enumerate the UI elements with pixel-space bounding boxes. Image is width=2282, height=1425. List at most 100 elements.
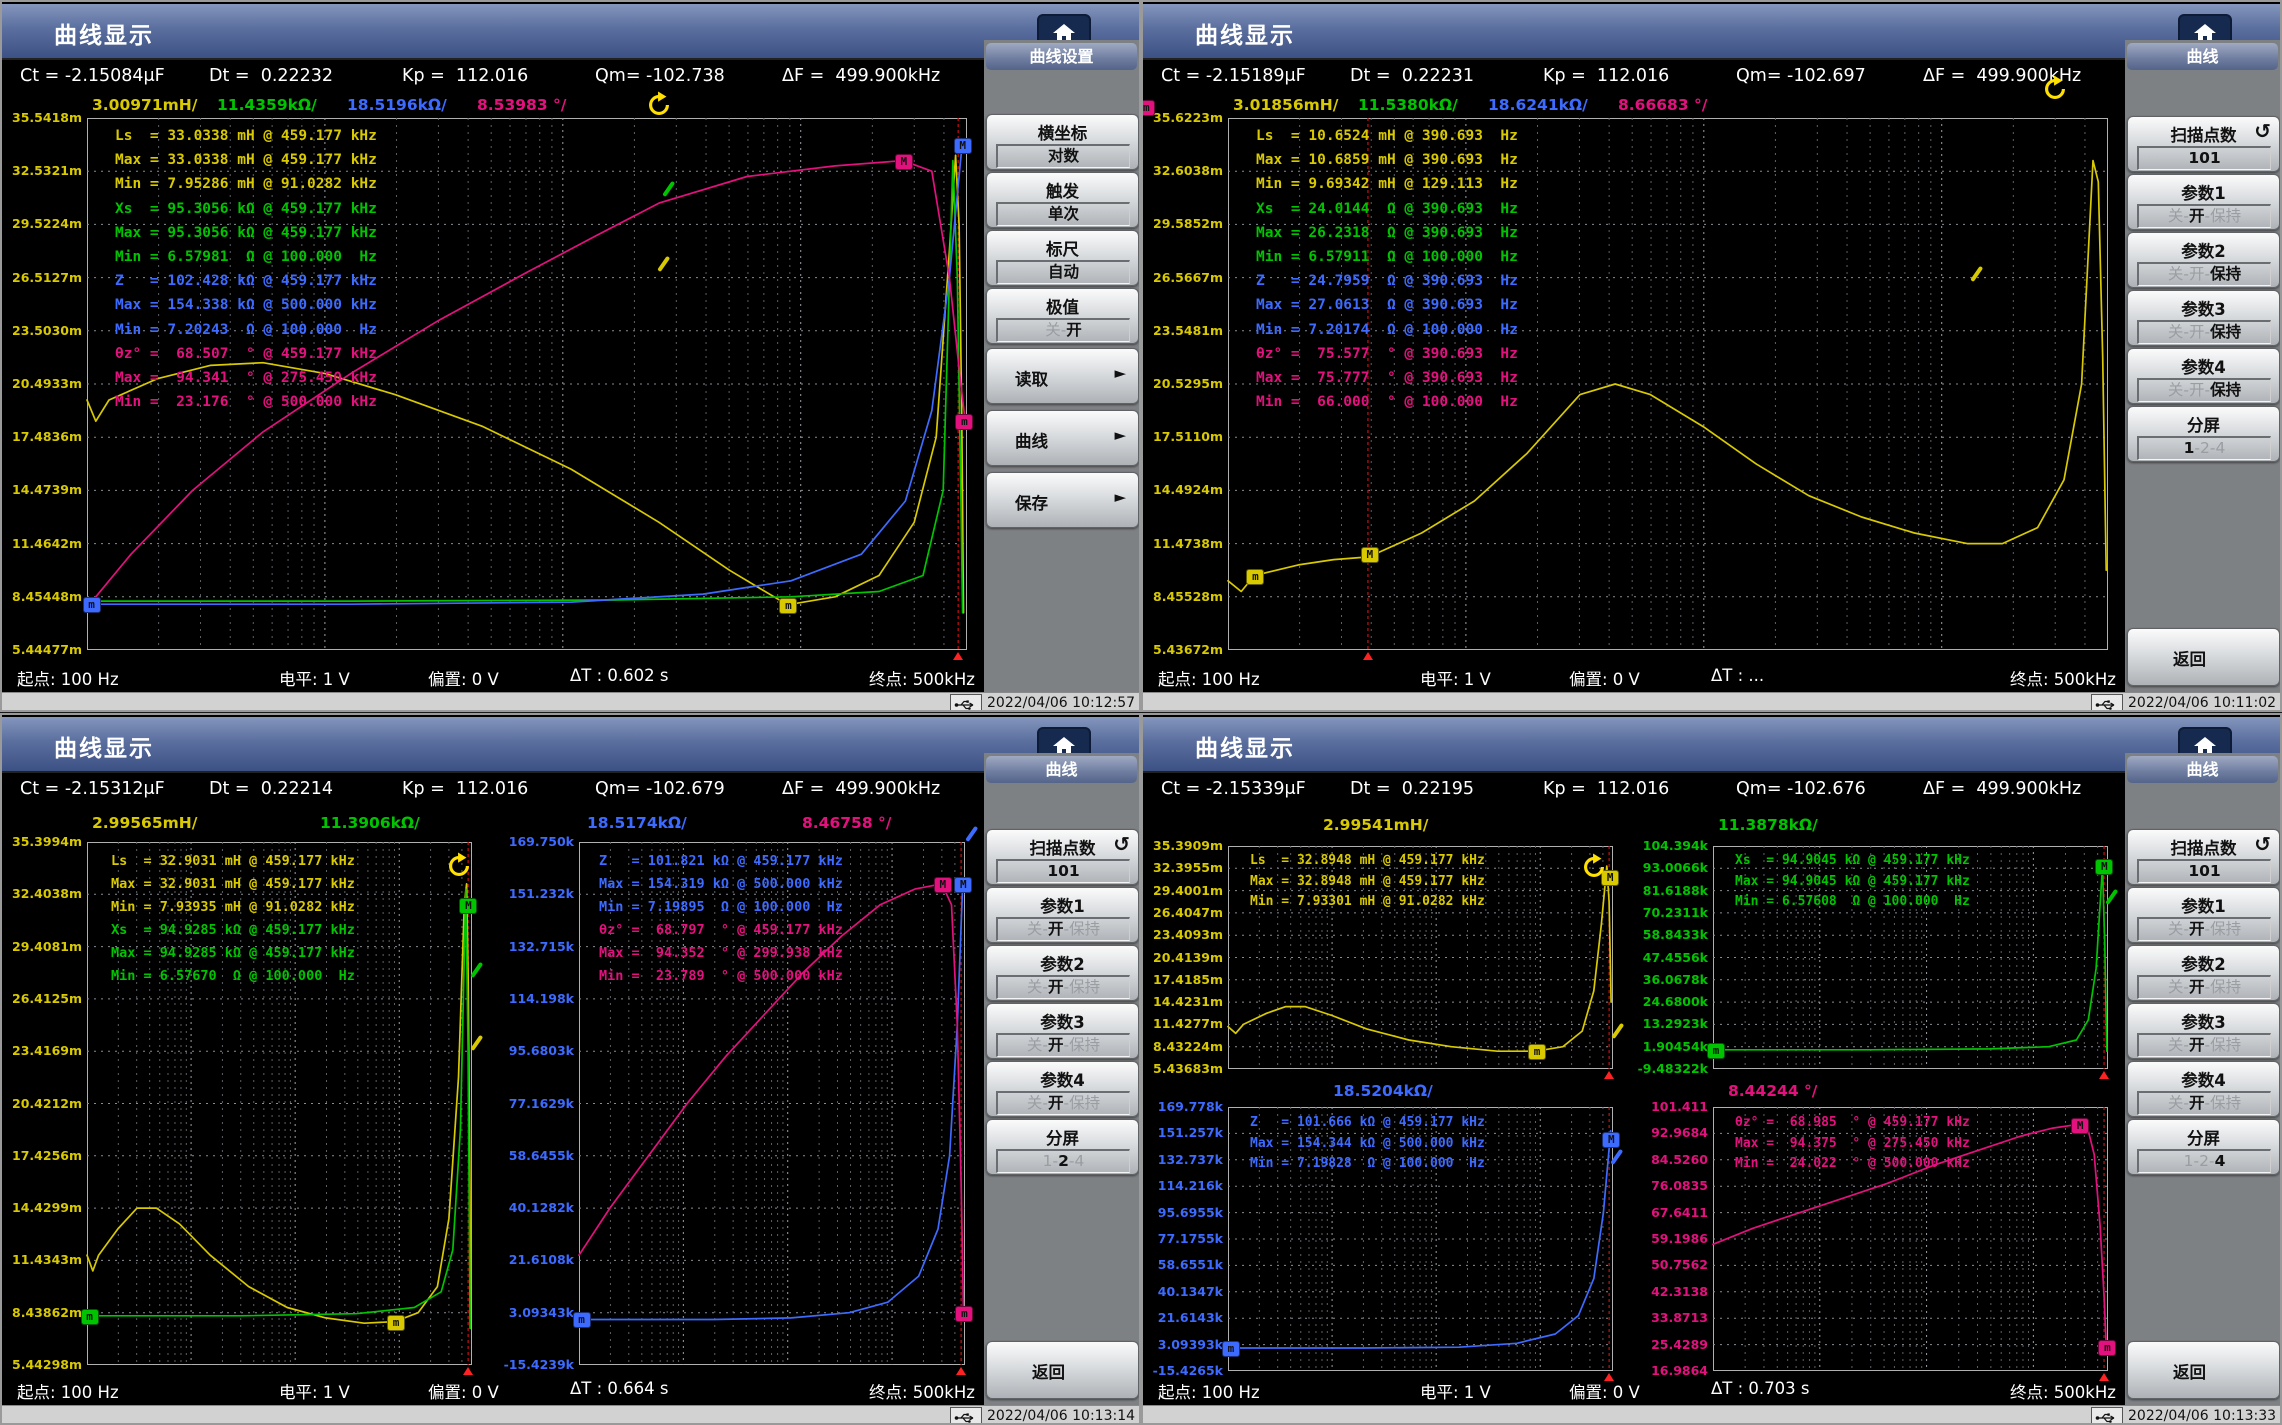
value-option: 4: [1074, 1152, 1084, 1170]
menu-button-5[interactable]: 读取►: [986, 348, 1139, 404]
y-axis-label: 24.6800k: [1627, 994, 1708, 1009]
y-axis-label: 17.5110m: [1145, 429, 1223, 444]
menu-button-4[interactable]: 参数3关-开-保持: [2127, 1003, 2280, 1059]
menu-button-1[interactable]: 扫描点数↺101: [986, 829, 1139, 885]
readout-line: Ls = 33.0338 mH @ 459.177 kHz: [115, 124, 377, 148]
menu-button-value: 1-2-4: [2137, 1149, 2271, 1173]
marker-min-blue[interactable]: m: [573, 1312, 591, 1328]
quadrant-q3: 曲线显示 Ct = -2.15312μFDt = 0.22214Kp = 112…: [0, 713, 1141, 1425]
marker-max-magenta[interactable]: M: [2071, 1118, 2089, 1134]
menu-button-6[interactable]: 分屏1-2-4: [986, 1119, 1139, 1175]
menu-button-3[interactable]: 参数2关-开-保持: [2127, 232, 2280, 288]
scale-per-div-label: 11.4359kΩ/: [217, 96, 317, 114]
readout-line: Max = 75.777 ° @ 390.693 Hz: [1256, 366, 1518, 390]
menu-button-4[interactable]: 极值关-开: [986, 288, 1139, 344]
marker-min-yellow[interactable]: m: [1528, 1044, 1546, 1060]
y-axis-label: 92.9684: [1627, 1125, 1708, 1140]
marker-min-magenta[interactable]: m: [2098, 1340, 2116, 1356]
menu-button-7[interactable]: 保存►: [986, 472, 1139, 528]
marker-min-blue[interactable]: m: [1222, 1341, 1240, 1357]
measurement-value: Qm= -102.738: [595, 66, 725, 86]
marker-max-blue[interactable]: M: [1602, 1132, 1620, 1148]
value-option: 4: [2215, 1152, 2226, 1170]
sweep-param-4: ΔT : 0.664 s: [570, 1379, 669, 1398]
menu-button-2[interactable]: 参数1关-开-保持: [2127, 887, 2280, 943]
marker-min-yellow[interactable]: m: [779, 598, 797, 614]
marker-min-yellow[interactable]: m: [1246, 569, 1264, 585]
readout-line: Max = 27.0613 Ω @ 390.693 Hz: [1256, 293, 1518, 317]
y-axis-label: 13.2923k: [1627, 1016, 1708, 1031]
back-button-label: 返回: [1032, 1359, 1065, 1383]
readout-line: Min = 7.95286 mH @ 91.0282 kHz: [115, 172, 377, 196]
sweep-param-1: 起点: 100 Hz: [17, 666, 119, 690]
menu-button-5[interactable]: 参数4关-开-保持: [2127, 1061, 2280, 1117]
marker-max-yellow[interactable]: M: [1361, 547, 1379, 563]
back-button[interactable]: 返回: [986, 1341, 1139, 1399]
refresh-icon: ↺: [1113, 832, 1130, 856]
marker-readout-block: Xs = 94.9045 kΩ @ 459.177 kHzMax = 94.90…: [1735, 851, 1970, 913]
marker-max-blue[interactable]: M: [954, 877, 972, 893]
sweep-param-2: 电平: 1 V: [1420, 1379, 1491, 1403]
menu-button-5[interactable]: 参数4关-开-保持: [986, 1061, 1139, 1117]
value-option: 关: [1027, 978, 1043, 996]
status-bar: 2022/04/06 10:12:57: [2, 692, 1139, 712]
readout-line: Min = 23.789 ° @ 500.000 kHz: [599, 965, 843, 988]
marker-min-yellow[interactable]: m: [387, 1315, 405, 1331]
y-axis-label: 40.1282k: [491, 1200, 574, 1215]
menu-button-1[interactable]: 扫描点数↺101: [2127, 829, 2280, 885]
menu-button-5[interactable]: 参数4关-开-保持: [2127, 348, 2280, 404]
scale-per-div-label: 11.5380kΩ/: [1358, 96, 1458, 114]
marker-min-magenta[interactable]: m: [955, 1306, 973, 1322]
menu-button-2[interactable]: 触发单次: [986, 172, 1139, 228]
value-option: 1: [2184, 439, 2195, 457]
menu-button-3[interactable]: 参数2关-开-保持: [986, 945, 1139, 1001]
marker-max-blue[interactable]: M: [954, 138, 972, 154]
sweep-param-3: 偏置: 0 V: [1569, 1379, 1640, 1403]
menu-button-1[interactable]: 扫描点数↺101: [2127, 116, 2280, 172]
y-axis-label: 29.5224m: [4, 216, 82, 231]
marker-max-magenta[interactable]: M: [895, 154, 913, 170]
menu-button-6[interactable]: 分屏1-2-4: [2127, 406, 2280, 462]
menu-button-3[interactable]: 标尺自动: [986, 230, 1139, 286]
menu-button-2[interactable]: 参数1关-开-保持: [2127, 174, 2280, 230]
menu-button-1[interactable]: 横坐标对数: [986, 114, 1139, 170]
marker-max-magenta[interactable]: M: [934, 877, 952, 893]
measurement-value: Qm= -102.676: [1736, 779, 1866, 799]
y-axis-label: 95.6803k: [491, 1043, 574, 1058]
y-axis-label: 76.0835: [1627, 1178, 1708, 1193]
menu-button-3[interactable]: 参数2关-开-保持: [2127, 945, 2280, 1001]
menu-button-label: 参数1: [2128, 180, 2279, 204]
menu-button-value: 对数: [996, 144, 1130, 168]
menu-button-label: 保存: [1015, 490, 1048, 514]
menu-button-2[interactable]: 参数1关-开-保持: [986, 887, 1139, 943]
readout-line: Max = 94.9285 kΩ @ 459.177 kHz: [111, 942, 355, 965]
menu-button-label: 参数2: [2128, 951, 2279, 975]
marker-min-green[interactable]: m: [81, 1309, 99, 1325]
y-axis-label: 35.3994m: [4, 834, 82, 849]
menu-button-6[interactable]: 曲线►: [986, 410, 1139, 466]
value-option: 关: [2168, 265, 2184, 283]
menu-button-4[interactable]: 参数3关-开-保持: [986, 1003, 1139, 1059]
marker-min-blue[interactable]: m: [83, 597, 101, 613]
menu-button-value: 关-开-保持: [2137, 917, 2271, 941]
scale-per-div-label: 18.5174kΩ/: [587, 814, 687, 832]
y-axis-label: 3.09393k: [1145, 1337, 1223, 1352]
menu-title: 曲线: [2127, 43, 2278, 70]
scale-per-div-label: 18.6241kΩ/: [1488, 96, 1588, 114]
marker-min-magenta[interactable]: m: [1141, 100, 1155, 116]
menu-title: 曲线: [2127, 756, 2278, 783]
menu-button-4[interactable]: 参数3关-开-保持: [2127, 290, 2280, 346]
y-axis-label: 151.257k: [1145, 1125, 1223, 1140]
title-bar: 曲线显示: [1143, 4, 2280, 60]
y-axis-label: 29.4081m: [4, 939, 82, 954]
back-button[interactable]: 返回: [2127, 628, 2280, 686]
marker-min-green[interactable]: m: [1707, 1043, 1725, 1059]
menu-button-6[interactable]: 分屏1-2-4: [2127, 1119, 2280, 1175]
sweep-info-bar: 起点: 100 Hz电平: 1 V偏置: 0 VΔT : 0.602 s终点: …: [2, 654, 982, 692]
sweep-param-1: 起点: 100 Hz: [1158, 666, 1260, 690]
marker-max-green[interactable]: M: [2095, 859, 2113, 875]
marker-max-green[interactable]: M: [459, 898, 477, 914]
back-button[interactable]: 返回: [2127, 1341, 2280, 1399]
y-axis-label: 14.4231m: [1145, 994, 1223, 1009]
marker-min-magenta[interactable]: m: [955, 414, 973, 430]
